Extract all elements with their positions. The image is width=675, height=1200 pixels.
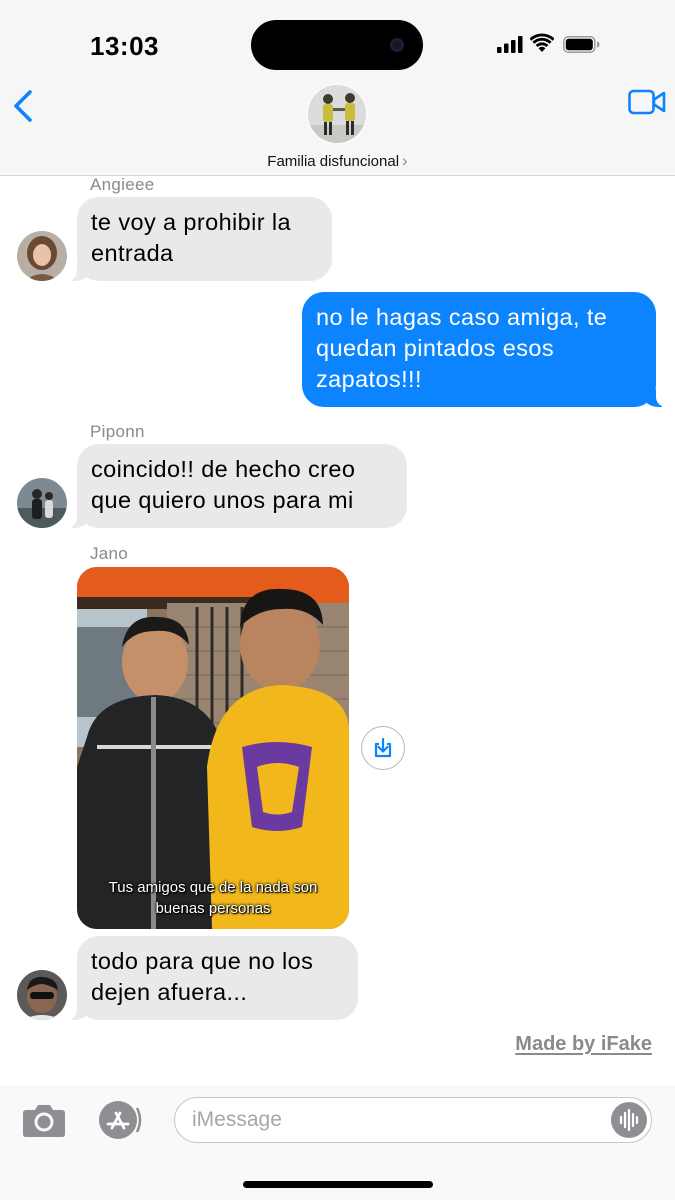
contact-photo-image	[17, 970, 67, 1020]
group-name-label: Familia disfuncional	[267, 153, 400, 170]
contact-photo-image	[17, 231, 67, 281]
sender-name: Piponn	[90, 422, 145, 441]
sender-name: Jano	[90, 544, 129, 563]
avatar[interactable]	[17, 231, 67, 281]
front-camera-icon	[390, 38, 404, 52]
wifi-icon	[530, 33, 554, 52]
video-call-icon[interactable]	[628, 89, 666, 115]
group-name-button[interactable]: Familia disfuncional ›	[0, 151, 675, 171]
video-caption: Tus amigos que de la nada son buenas per…	[108, 879, 318, 917]
message-text: no le hagas caso amiga, te quedan pintad…	[316, 304, 608, 392]
save-video-button[interactable]	[361, 726, 405, 770]
cellular-signal-icon	[497, 36, 523, 53]
group-avatar[interactable]	[306, 83, 368, 145]
incoming-message-bubble[interactable]: coincido!! de hecho creo que quiero unos…	[67, 444, 407, 528]
back-chevron-icon[interactable]	[8, 86, 38, 126]
chevron-right-icon: ›	[402, 151, 408, 170]
video-message[interactable]: Tus amigos que de la nada son buenas per…	[77, 567, 349, 929]
imessage-field[interactable]	[174, 1097, 652, 1143]
incoming-message-bubble[interactable]: todo para que no los dejen afuera...	[67, 936, 358, 1020]
status-time: 13:03	[90, 31, 159, 61]
outgoing-message-bubble[interactable]: no le hagas caso amiga, te quedan pintad…	[302, 292, 666, 407]
battery-icon	[563, 36, 600, 53]
download-icon	[374, 737, 392, 758]
dynamic-island	[251, 20, 423, 70]
avatar[interactable]	[17, 478, 67, 528]
waveform-icon	[619, 1108, 639, 1132]
camera-icon[interactable]	[22, 1102, 66, 1138]
contact-photo-image	[17, 478, 67, 528]
avatar[interactable]	[17, 970, 67, 1020]
imessage-input[interactable]	[192, 1098, 602, 1141]
app-store-icon[interactable]	[96, 1100, 146, 1140]
audio-message-button[interactable]	[611, 1102, 647, 1138]
incoming-message-bubble[interactable]: te voy a prohibir la entrada	[67, 197, 332, 281]
message-text: te voy a prohibir la entrada	[91, 209, 292, 266]
watermark-text: Made by iFake	[515, 1033, 652, 1055]
conversation-header: Familia disfuncional ›	[0, 80, 675, 176]
message-input-bar	[0, 1085, 675, 1200]
status-bar: 13:03	[0, 0, 675, 80]
video-thumbnail-image	[77, 567, 349, 929]
message-text: coincido!! de hecho creo que quiero unos…	[91, 456, 356, 513]
message-text: todo para que no los dejen afuera...	[91, 948, 314, 1005]
sender-name: Angieee	[90, 175, 155, 194]
group-photo-image	[308, 85, 366, 143]
home-indicator[interactable]	[243, 1181, 433, 1188]
